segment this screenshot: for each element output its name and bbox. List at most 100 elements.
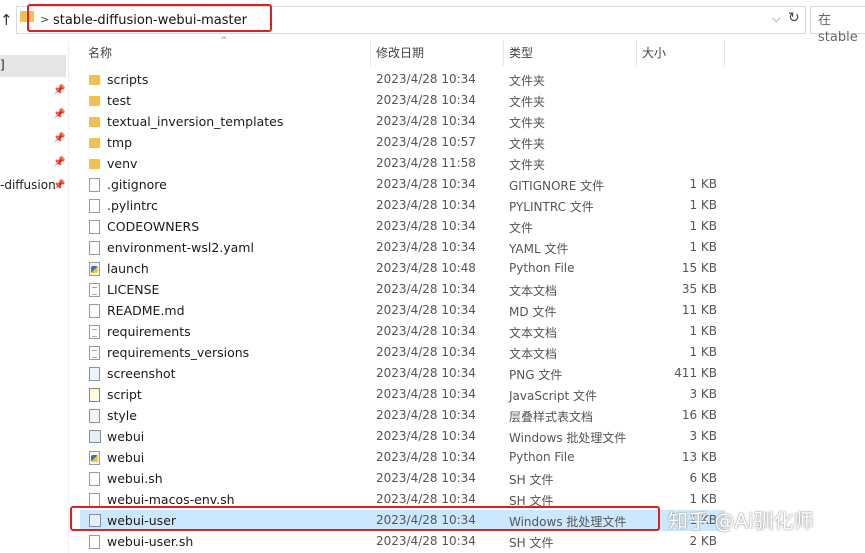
file-type: 文件夹 xyxy=(509,116,546,130)
column-divider[interactable] xyxy=(370,40,371,66)
file-modified-date: 2023/4/28 10:34 xyxy=(376,471,476,485)
file-row[interactable]: script 2023/4/28 10:34 JavaScript 文件 3 KB xyxy=(80,384,725,405)
file-size: 3 KB xyxy=(689,429,717,443)
file-type: 文本文档 xyxy=(509,284,558,298)
address-dropdown-icon[interactable]: ⌵ xyxy=(772,12,780,26)
file-modified-date: 2023/4/28 10:34 xyxy=(376,450,476,464)
file-modified-date: 2023/4/28 11:58 xyxy=(376,156,476,170)
pin-icon[interactable]: 📌 xyxy=(53,85,65,96)
column-header-type[interactable]: 类型 xyxy=(509,44,533,61)
file-row[interactable]: environment-wsl2.yaml 2023/4/28 10:34 YAML… xyxy=(80,237,725,258)
python-file-icon xyxy=(89,262,100,276)
file-row[interactable]: requirements 2023/4/28 10:34 文本文档 1 KB xyxy=(80,321,725,342)
file-type: YAML 文件 xyxy=(509,242,569,256)
column-header-size[interactable]: 大小 xyxy=(642,44,666,61)
file-modified-date: 2023/4/28 10:34 xyxy=(376,240,476,254)
pin-icon[interactable]: 📌 xyxy=(53,157,65,168)
file-row[interactable]: LICENSE 2023/4/28 10:34 文本文档 35 KB xyxy=(80,279,725,300)
file-name: webui xyxy=(107,450,145,465)
folder-icon xyxy=(89,138,100,148)
folder-icon xyxy=(89,117,100,127)
column-divider[interactable] xyxy=(636,40,637,66)
file-row[interactable]: CODEOWNERS 2023/4/28 10:34 文件 1 KB xyxy=(80,216,725,237)
file-size: 2 KB xyxy=(689,534,717,548)
file-size: 3 KB xyxy=(689,387,717,401)
file-type: 文本文档 xyxy=(509,326,558,340)
file-size: 1 KB xyxy=(689,345,717,359)
file-size: 1 KB xyxy=(689,492,717,506)
python-file-icon xyxy=(89,451,100,465)
file-modified-date: 2023/4/28 10:34 xyxy=(376,429,476,443)
file-row[interactable]: textual_inversion_templates 2023/4/28 10:… xyxy=(80,111,725,132)
file-name: webui.sh xyxy=(107,471,163,486)
file-row[interactable]: venv 2023/4/28 11:58 文件夹 xyxy=(80,153,725,174)
file-row[interactable]: style 2023/4/28 10:34 层叠样式表文档 16 KB xyxy=(80,405,725,426)
file-modified-date: 2023/4/28 10:34 xyxy=(376,177,476,191)
file-modified-date: 2023/4/28 10:34 xyxy=(376,345,476,359)
file-row[interactable]: screenshot 2023/4/28 10:34 PNG 文件 411 KB xyxy=(80,363,725,384)
file-type: GITIGNORE 文件 xyxy=(509,179,605,193)
file-size: 15 KB xyxy=(681,261,717,275)
file-modified-date: 2023/4/28 10:34 xyxy=(376,282,476,296)
file-row[interactable]: scripts 2023/4/28 10:34 文件夹 xyxy=(80,69,725,90)
file-size: 1 KB xyxy=(689,177,717,191)
file-modified-date: 2023/4/28 10:34 xyxy=(376,219,476,233)
file-row[interactable]: webui 2023/4/28 10:34 Python File 13 KB xyxy=(80,447,725,468)
file-size: 13 KB xyxy=(681,450,717,464)
up-arrow-icon[interactable]: ↑ xyxy=(0,10,13,30)
nav-item-label[interactable]: -diffusion xyxy=(0,178,56,192)
column-divider[interactable] xyxy=(503,40,504,66)
file-row[interactable]: webui-user.sh 2023/4/28 10:34 SH 文件 2 KB xyxy=(80,531,725,552)
file-type: SH 文件 xyxy=(509,473,554,487)
file-name: webui-macos-env.sh xyxy=(107,492,235,507)
file-type: 文本文档 xyxy=(509,347,558,361)
file-type: Python File xyxy=(509,261,575,275)
file-type: PYLINTRC 文件 xyxy=(509,200,594,214)
file-modified-date: 2023/4/28 10:34 xyxy=(376,303,476,317)
file-row[interactable]: webui.sh 2023/4/28 10:34 SH 文件 6 KB xyxy=(80,468,725,489)
refresh-icon[interactable]: ↻ xyxy=(788,10,800,26)
file-modified-date: 2023/4/28 10:34 xyxy=(376,492,476,506)
folder-icon xyxy=(89,159,100,169)
file-size: 35 KB xyxy=(681,282,717,296)
file-type: Windows 批处理文件 xyxy=(509,431,627,445)
file-row[interactable]: README.md 2023/4/28 10:34 MD 文件 11 KB xyxy=(80,300,725,321)
file-modified-date: 2023/4/28 10:34 xyxy=(376,408,476,422)
nav-item-selected[interactable] xyxy=(0,55,66,77)
file-type: JavaScript 文件 xyxy=(509,389,597,403)
sort-caret-icon: ^ xyxy=(220,36,228,46)
file-size: 6 KB xyxy=(689,471,717,485)
file-name: screenshot xyxy=(107,366,176,381)
column-header-name[interactable]: 名称 xyxy=(88,44,112,61)
file-modified-date: 2023/4/28 10:34 xyxy=(376,114,476,128)
file-name: LICENSE xyxy=(107,282,160,297)
file-name: textual_inversion_templates xyxy=(107,114,284,129)
file-row[interactable]: .gitignore 2023/4/28 10:34 GITIGNORE 文件 1 K… xyxy=(80,174,725,195)
file-row[interactable]: tmp 2023/4/28 10:57 文件夹 xyxy=(80,132,725,153)
file-size: 1 KB xyxy=(689,198,717,212)
file-name: CODEOWNERS xyxy=(107,219,200,234)
file-row[interactable]: test 2023/4/28 10:34 文件夹 xyxy=(80,90,725,111)
file-name: .pylintrc xyxy=(107,198,158,213)
batch-file-icon xyxy=(89,430,101,443)
file-row[interactable]: requirements_versions 2023/4/28 10:34 文本文档… xyxy=(80,342,725,363)
pin-icon[interactable]: 📌 xyxy=(53,109,65,120)
file-type: PNG 文件 xyxy=(509,368,563,382)
file-modified-date: 2023/4/28 10:34 xyxy=(376,93,476,107)
file-name: environment-wsl2.yaml xyxy=(107,240,254,255)
file-name: requirements xyxy=(107,324,191,339)
file-size: 11 KB xyxy=(681,303,717,317)
file-name: .gitignore xyxy=(107,177,167,192)
file-type: MD 文件 xyxy=(509,305,557,319)
file-row[interactable]: webui 2023/4/28 10:34 Windows 批处理文件 3 KB xyxy=(80,426,725,447)
column-header-date[interactable]: 修改日期 xyxy=(376,44,424,61)
file-icon xyxy=(89,535,100,549)
pin-icon[interactable]: 📌 xyxy=(53,133,65,144)
file-row[interactable]: .pylintrc 2023/4/28 10:34 PYLINTRC 文件 1 KB xyxy=(80,195,725,216)
selection-annotation-box xyxy=(70,506,660,531)
file-name: script xyxy=(107,387,142,402)
pane-divider xyxy=(68,40,69,553)
file-type: Python File xyxy=(509,450,575,464)
file-row[interactable]: launch 2023/4/28 10:48 Python File 15 KB xyxy=(80,258,725,279)
column-divider[interactable] xyxy=(724,40,725,66)
